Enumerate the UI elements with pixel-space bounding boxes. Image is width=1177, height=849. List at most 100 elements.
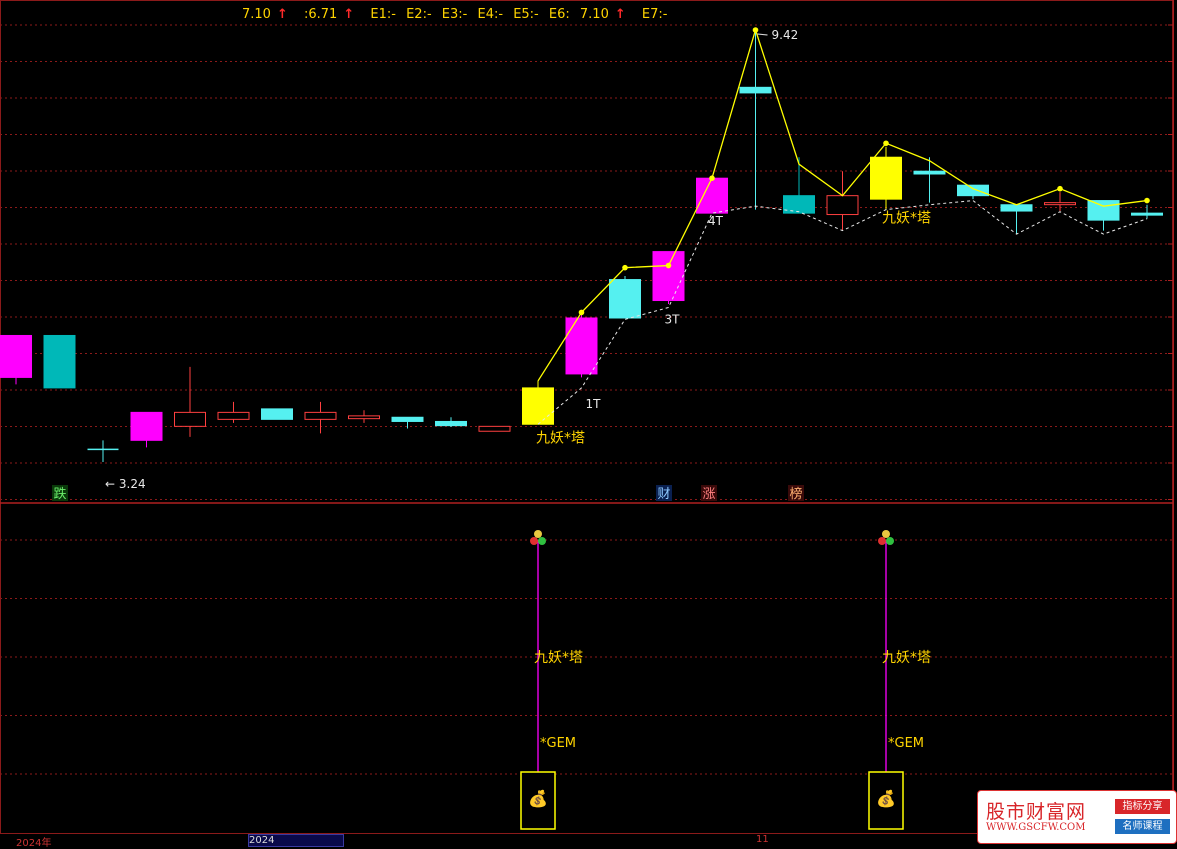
marker-cai: 财 [657,487,670,502]
candle-body [217,411,250,420]
header-e1: E1:- [370,7,396,22]
watermark-logo: 股市财富网 WWW.GSCFW.COM 指标分享 名师课程 [977,790,1177,844]
candle-body [43,334,76,389]
header-e4: E4:- [477,7,504,22]
header-e2: E2:- [406,7,432,22]
marker-zhang: 涨 [702,487,715,502]
candle [478,425,511,432]
header-e6: E6: 7.10 ↑ [548,7,626,22]
date-mark: 11 [756,834,769,845]
signal-label-main-1: 九妖*塔 [536,430,585,446]
high-pointer [757,33,768,36]
candle-body [348,415,380,420]
candle [783,157,815,214]
brand-name: 股市财富网 [986,801,1087,823]
trend-node [1057,185,1063,192]
candle [826,171,859,231]
t-label-3t: 3T [665,313,681,327]
candle [913,157,946,203]
candle-body [739,86,772,94]
candle-body [783,195,815,214]
brand-tag-course: 名师课程 [1115,819,1170,834]
trend-node [622,264,628,271]
candle [304,401,337,434]
indicator-header: 7.10 ↑ :6.71 ↑ E1:- E2:- E3:- E4:- E5:- E6… [242,7,673,22]
date-box[interactable]: 2024 [248,834,344,847]
marker-bang: 榜 [789,486,802,502]
cluster-dot-red [530,537,538,545]
candle [130,411,163,448]
trend-node [665,262,672,269]
t-label-4t: 4T [708,214,724,228]
candle [217,401,250,423]
gem-label: *GEM [540,736,576,751]
candle [87,440,119,462]
candle [435,417,467,428]
candle [565,311,598,378]
marker-die: 跌 [53,486,66,502]
candle-body [565,317,598,375]
trend-node [752,27,759,33]
candle-body [870,156,902,200]
stock-chart-window: 9.42 ← 3.24 1T 3T 4T 九妖*塔 九妖*塔跌财涨榜 九妖*塔 *GEM 💰 九妖… [0,0,1177,849]
candle-body [304,411,337,420]
high-price-label: 9.42 [772,28,799,42]
coin-icon: 💰 [876,789,896,808]
brand-url: WWW.GSCFW.COM [986,822,1086,833]
cluster-dot-green [886,537,894,545]
candle-body [478,425,511,432]
cluster-dot-red [878,537,886,545]
brand-tag-share: 指标分享 [1115,799,1170,814]
candle [43,334,76,389]
candle [1044,192,1076,212]
lower-indicator-panel: 九妖*塔 *GEM 💰 九妖*塔 *GEM 💰 [520,530,931,830]
candle-body [1131,212,1163,216]
coin-icon: 💰 [528,789,548,808]
candle [0,334,32,385]
candle-body [1000,204,1033,212]
candle-body [130,411,163,441]
candle [1000,204,1033,235]
candle-body [652,251,685,302]
candle-body [1044,202,1076,206]
signal-label-main-2: 九妖*塔 [882,211,931,227]
candle [261,408,293,420]
cluster-dot-green [538,537,546,545]
cluster-dot-gold [882,530,890,538]
signal-column: 九妖*塔 *GEM 💰 [520,530,583,830]
candle-body [391,416,424,422]
candle [739,30,772,210]
candles-layer [0,30,1163,462]
candle [174,366,206,437]
trend-node [883,140,889,147]
signal-label-lower: 九妖*塔 [882,650,931,666]
candle-body [609,279,641,319]
candle-body [1087,200,1120,221]
year-label: 2024年 [16,838,52,849]
trend-node [578,309,585,316]
cluster-dot-gold [534,530,542,538]
candle-body [522,387,554,425]
t-label-1t: 1T [586,397,602,411]
trend-node [709,175,715,181]
candlestick-chart[interactable]: 9.42← 3.241T3T4T九妖*塔九妖*塔跌财涨榜 九妖*塔*GEM💰九妖… [0,0,1177,845]
overlay-lines [537,27,1150,425]
candle-body [826,195,859,216]
header-e5: E5:- [513,7,539,22]
low-price-label: ← 3.24 [105,477,146,491]
candle-body [261,408,293,420]
header-price-a: 7.10 ↑ [242,7,288,22]
header-e3: E3:- [441,7,468,22]
candle-body [435,420,467,427]
candle [348,410,380,423]
candle-body [0,334,32,378]
candle [522,380,554,425]
candle-body [174,411,206,427]
candle [652,251,685,305]
gem-label: *GEM [888,736,924,751]
signal-label-lower: 九妖*塔 [534,650,583,666]
header-price-b: :6.71 ↑ [304,7,355,22]
header-e7: E7:- [641,7,668,22]
candle-body [696,177,728,214]
candle-body [957,184,989,197]
